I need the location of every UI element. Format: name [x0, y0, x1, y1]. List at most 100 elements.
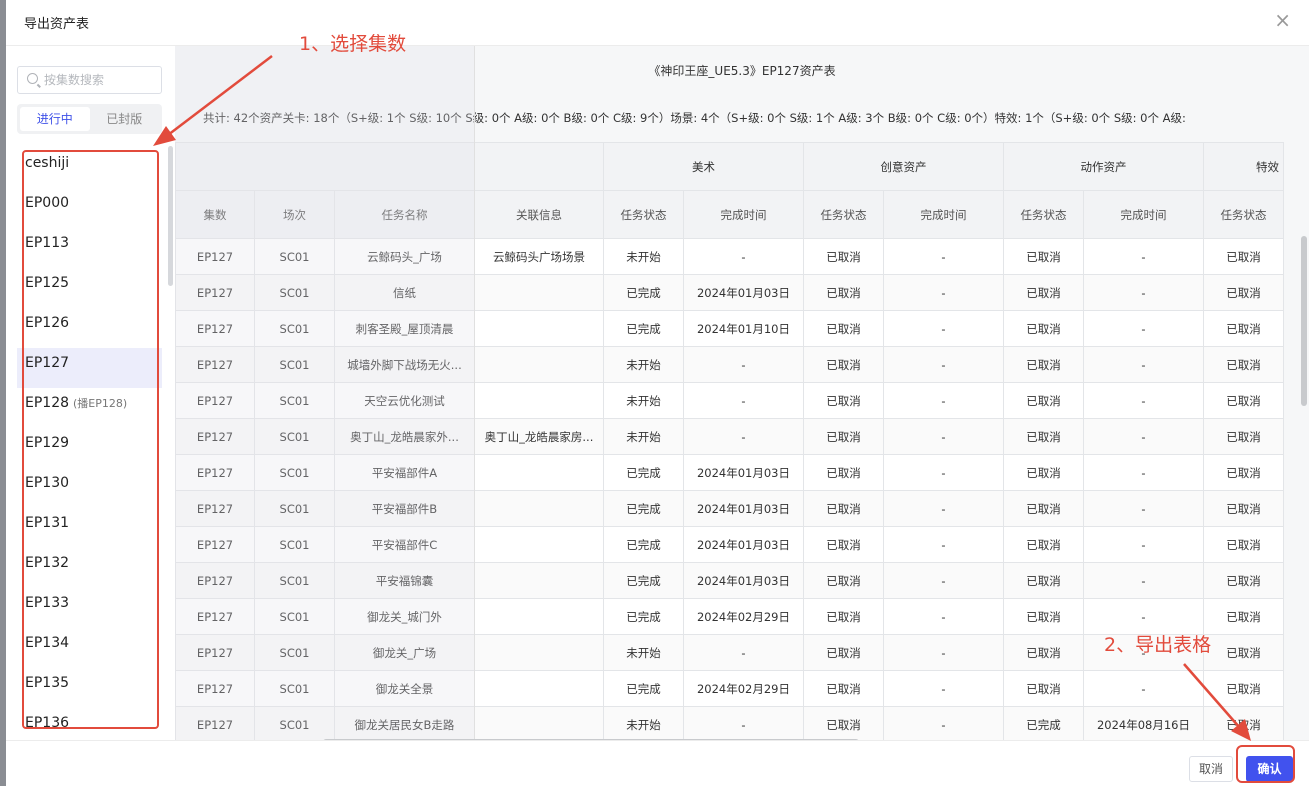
- episode-item[interactable]: EP129: [17, 428, 162, 468]
- table-cell: SC01: [254, 670, 335, 707]
- cancel-button[interactable]: 取消: [1189, 756, 1233, 782]
- table-cell: 御龙关_城门外: [334, 598, 475, 635]
- table-cell: -: [1083, 670, 1204, 707]
- episode-item[interactable]: EP125: [17, 268, 162, 308]
- table-cell: 已取消: [1203, 454, 1284, 491]
- column-header[interactable]: 任务状态: [1203, 190, 1284, 239]
- table-cell: 已取消: [803, 454, 884, 491]
- table-cell: 已取消: [1203, 526, 1284, 563]
- column-header[interactable]: 集数: [175, 190, 255, 239]
- group-header-cell: 特效: [1203, 142, 1284, 191]
- column-header[interactable]: 完成时间: [883, 190, 1004, 239]
- table-cell: 已取消: [803, 418, 884, 455]
- episode-item[interactable]: EP131: [17, 508, 162, 548]
- table-cell: -: [1083, 382, 1204, 419]
- episode-search-field[interactable]: [17, 66, 162, 94]
- table-cell: -: [1083, 454, 1204, 491]
- table-cell: 平安福锦囊: [334, 562, 475, 599]
- table-cell: -: [683, 346, 804, 383]
- table-cell: -: [883, 310, 1004, 347]
- table-cell: 已取消: [803, 382, 884, 419]
- dialog-footer: 取消 确认: [6, 740, 1309, 786]
- episode-label: EP129: [25, 435, 70, 451]
- table-vertical-scrollbar[interactable]: [1301, 236, 1307, 406]
- table-cell: 信纸: [334, 274, 475, 311]
- table-cell: 2024年01月03日: [683, 274, 804, 311]
- table-cell: 已取消: [1203, 382, 1284, 419]
- table-cell: 天空云优化测试: [334, 382, 475, 419]
- column-header[interactable]: 完成时间: [1083, 190, 1204, 239]
- episode-item[interactable]: EP127: [17, 348, 162, 388]
- column-header[interactable]: 任务状态: [803, 190, 884, 239]
- tab-in-progress[interactable]: 进行中: [20, 107, 90, 131]
- table-row: EP127 SC01 御龙关全景 已完成 2024年02月29日 已取消 - 已取消 - 已取消: [175, 670, 1284, 707]
- table-cell: 已取消: [1003, 238, 1084, 275]
- table-cell: -: [683, 418, 804, 455]
- table-cell: 已完成: [1003, 706, 1084, 740]
- table-cell: 已取消: [803, 526, 884, 563]
- table-cell: 已取消: [1203, 418, 1284, 455]
- episode-item[interactable]: EP135: [17, 668, 162, 708]
- episode-search-input[interactable]: [44, 71, 156, 89]
- table-cell: 平安福部件A: [334, 454, 475, 491]
- table-cell: 已完成: [603, 490, 684, 527]
- table-cell: 已取消: [1203, 310, 1284, 347]
- episode-item[interactable]: EP000: [17, 188, 162, 228]
- group-header-cell: [175, 142, 604, 191]
- table-cell: EP127: [175, 274, 255, 311]
- table-cell: 已取消: [803, 274, 884, 311]
- table-cell: SC01: [254, 382, 335, 419]
- table-cell: [474, 382, 604, 419]
- column-header[interactable]: 场次: [254, 190, 335, 239]
- column-header[interactable]: 任务名称: [334, 190, 475, 239]
- table-cell: 城墙外脚下战场无火...: [334, 346, 475, 383]
- episode-item[interactable]: EP132: [17, 548, 162, 588]
- episode-item[interactable]: EP133: [17, 588, 162, 628]
- table-cell: EP127: [175, 634, 255, 671]
- table-cell: 已完成: [603, 310, 684, 347]
- episode-item[interactable]: ceshiji: [17, 148, 162, 188]
- table-cell: SC01: [254, 346, 335, 383]
- table-cell: -: [883, 670, 1004, 707]
- table-cell: 已取消: [803, 346, 884, 383]
- table-cell: 已完成: [603, 526, 684, 563]
- episode-label: EP135: [25, 675, 70, 691]
- column-header[interactable]: 任务状态: [603, 190, 684, 239]
- episode-label: EP134: [25, 635, 70, 651]
- episode-label: EP128: [25, 395, 70, 411]
- confirm-button[interactable]: 确认: [1246, 756, 1293, 782]
- column-header[interactable]: 任务状态: [1003, 190, 1084, 239]
- table-cell: -: [883, 238, 1004, 275]
- group-header-cell: 动作资产: [1003, 142, 1204, 191]
- episode-item[interactable]: EP113: [17, 228, 162, 268]
- column-header[interactable]: 关联信息: [474, 190, 604, 239]
- tab-sealed[interactable]: 已封版: [90, 107, 160, 131]
- asset-summary: 共计: 42个资产关卡: 18个（S+级: 1个 S级: 10个 S级: 0个 …: [203, 111, 1186, 125]
- table-cell: [474, 562, 604, 599]
- table-cell: SC01: [254, 634, 335, 671]
- table-cell: 已取消: [1003, 310, 1084, 347]
- episode-item[interactable]: EP126: [17, 308, 162, 348]
- close-icon[interactable]: ×: [1274, 10, 1291, 30]
- table-row: EP127 SC01 信纸 已完成 2024年01月03日 已取消 - 已取消 - 已取消: [175, 274, 1284, 311]
- episode-label: EP113: [25, 235, 70, 251]
- group-header-cell: 美术: [603, 142, 804, 191]
- sidebar-scrollbar[interactable]: [168, 146, 173, 286]
- episode-label: EP131: [25, 515, 70, 531]
- table-cell: 2024年01月03日: [683, 490, 804, 527]
- episode-item[interactable]: EP134: [17, 628, 162, 668]
- episode-item[interactable]: EP136: [17, 708, 162, 738]
- table-cell: 已取消: [803, 310, 884, 347]
- episode-item[interactable]: EP128 (播EP128): [17, 388, 162, 428]
- column-header[interactable]: 完成时间: [683, 190, 804, 239]
- table-cell: 未开始: [603, 382, 684, 419]
- table-cell: 已取消: [1003, 634, 1084, 671]
- dialog-header: 导出资产表 ×: [6, 0, 1309, 46]
- table-cell: 已取消: [1003, 670, 1084, 707]
- episode-item[interactable]: EP130: [17, 468, 162, 508]
- table-cell: EP127: [175, 526, 255, 563]
- table-cell: [474, 274, 604, 311]
- table-cell: 已取消: [1003, 382, 1084, 419]
- table-row: EP127 SC01 平安福部件A 已完成 2024年01月03日 已取消 - 已取消 - 已取消: [175, 454, 1284, 491]
- table-row: EP127 SC01 御龙关居民女B走路 未开始 - 已取消 - 已完成 2024年08月16日…: [175, 706, 1284, 740]
